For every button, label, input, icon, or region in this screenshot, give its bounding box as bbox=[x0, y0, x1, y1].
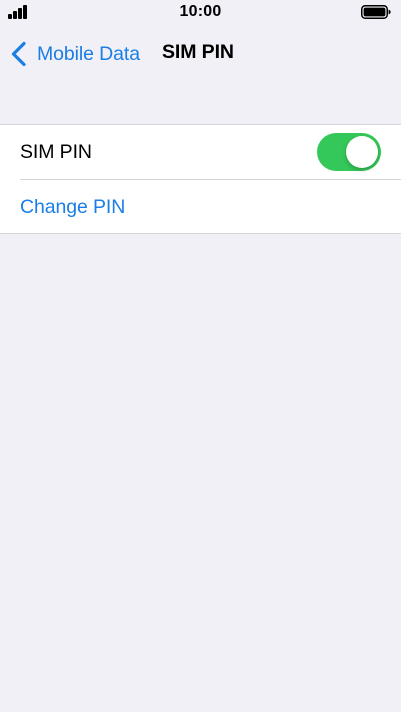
navigation-bar: Mobile Data SIM PIN bbox=[0, 26, 401, 80]
page-title: SIM PIN bbox=[162, 41, 234, 63]
change-pin-link[interactable]: Change PIN bbox=[20, 196, 125, 219]
status-bar: 10:00 bbox=[0, 0, 401, 26]
change-pin-row[interactable]: Change PIN bbox=[0, 180, 401, 234]
status-time: 10:00 bbox=[179, 3, 222, 20]
toggle-knob bbox=[346, 136, 378, 168]
back-button-label: Mobile Data bbox=[37, 42, 140, 65]
back-button[interactable]: Mobile Data bbox=[10, 40, 140, 68]
sim-pin-label: SIM PIN bbox=[20, 141, 92, 163]
sim-pin-row: SIM PIN bbox=[0, 125, 401, 179]
chevron-left-icon bbox=[11, 41, 26, 67]
sim-pin-settings-group: SIM PIN Change PIN bbox=[0, 124, 401, 234]
sim-pin-toggle[interactable] bbox=[317, 133, 381, 171]
battery-full-icon bbox=[361, 5, 391, 19]
